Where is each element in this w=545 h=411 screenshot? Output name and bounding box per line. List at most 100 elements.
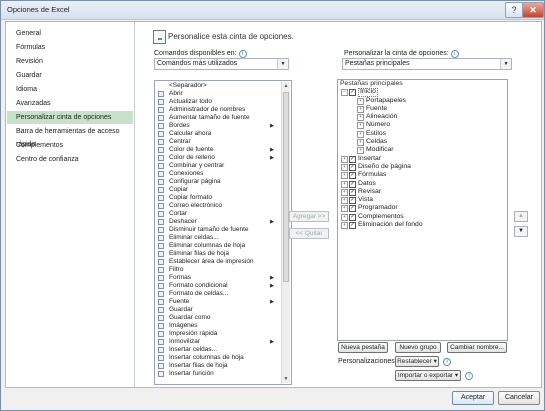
command-item[interactable]: Eliminar filas de hoja xyxy=(155,250,281,258)
chevron-down-icon[interactable]: ▼ xyxy=(277,59,288,69)
nav-item-0[interactable]: General xyxy=(7,27,133,40)
tree-node[interactable]: + ✓ Revisar xyxy=(338,188,507,196)
tree-node[interactable]: + Celdas xyxy=(338,138,507,147)
rename-button[interactable]: Cambiar nombre... xyxy=(447,342,507,353)
expand-icon[interactable]: + xyxy=(357,139,364,147)
command-item[interactable]: Insertar función xyxy=(155,370,281,378)
checkbox[interactable]: ✓ xyxy=(349,163,356,171)
expand-icon[interactable]: + xyxy=(341,197,348,205)
tree-node[interactable]: + ✓ Programador xyxy=(338,204,507,213)
help-button[interactable]: ? xyxy=(505,2,523,18)
command-item[interactable]: Administrador de nombres xyxy=(155,106,281,114)
expand-icon[interactable]: + xyxy=(341,213,348,221)
command-item[interactable]: Eliminar columnas de hoja xyxy=(155,242,281,250)
nav-item-4[interactable]: Idioma xyxy=(7,83,133,96)
command-item[interactable]: Conexiones xyxy=(155,170,281,178)
command-item[interactable]: Insertar celdas... xyxy=(155,346,281,354)
tree-node[interactable]: + ✓ Diseño de página xyxy=(338,163,507,171)
nav-item-8[interactable]: Complementos xyxy=(7,139,133,152)
expand-icon[interactable]: + xyxy=(341,188,348,196)
expand-icon[interactable]: + xyxy=(357,122,364,130)
nav-item-5[interactable]: Avanzadas xyxy=(7,97,133,110)
tree-node[interactable]: + ✓ Complementos xyxy=(338,213,507,221)
checkbox[interactable]: ✓ xyxy=(349,180,356,188)
reset-button[interactable]: Restablecer ▾ xyxy=(395,356,439,367)
command-item[interactable]: Fuente ▶ xyxy=(155,298,281,306)
new-group-button[interactable]: Nuevo grupo xyxy=(395,342,441,353)
tree-node[interactable]: + ✓ Vista xyxy=(338,196,507,205)
command-item[interactable]: Imágenes xyxy=(155,322,281,330)
tree-node[interactable]: + Modificar xyxy=(338,146,507,155)
nav-item-3[interactable]: Guardar xyxy=(7,69,133,82)
command-item[interactable]: Copiar formato xyxy=(155,194,281,202)
checkbox[interactable]: ✓ xyxy=(349,197,356,205)
nav-item-9[interactable]: Centro de confianza xyxy=(7,153,133,166)
import-export-button[interactable]: Importar o exportar ▾ xyxy=(395,370,461,381)
expand-icon[interactable]: + xyxy=(341,180,348,188)
command-item[interactable]: Eliminar celdas... xyxy=(155,234,281,242)
command-item[interactable]: Cortar xyxy=(155,210,281,218)
command-item[interactable]: Formato condicional ▶ xyxy=(155,282,281,290)
expand-icon[interactable]: + xyxy=(341,222,348,230)
command-item[interactable]: Actualizar todo xyxy=(155,98,281,106)
tree-node[interactable]: + Alineación xyxy=(338,113,507,122)
expand-icon[interactable]: + xyxy=(357,147,364,155)
scroll-up-icon[interactable]: ▲ xyxy=(282,82,290,90)
checkbox[interactable]: ✓ xyxy=(349,213,356,221)
nav-item-2[interactable]: Revisión xyxy=(7,55,133,68)
expand-icon[interactable]: + xyxy=(357,105,364,113)
commands-from-combo[interactable]: Comandos más utilizados ▼ xyxy=(154,58,289,70)
tree-node[interactable]: + ✓ Datos xyxy=(338,180,507,188)
command-item[interactable]: Deshacer ▶ xyxy=(155,218,281,226)
command-item[interactable]: Impresión rápida xyxy=(155,330,281,338)
commands-list[interactable]: <Separador> Abrir Actualizar todo Administr… xyxy=(154,80,292,385)
command-item[interactable]: <Separador> xyxy=(155,82,281,90)
checkbox[interactable]: ✓ xyxy=(349,172,356,180)
move-up-button[interactable]: ▲ xyxy=(514,211,528,222)
tree-node[interactable]: + ✓ Fórmulas xyxy=(338,171,507,180)
new-tab-button[interactable]: Nueva pestaña xyxy=(338,342,388,353)
expand-icon[interactable]: + xyxy=(341,155,348,163)
expand-icon[interactable]: + xyxy=(357,114,364,122)
command-item[interactable]: Color de fuente ▶ xyxy=(155,146,281,154)
move-down-button[interactable]: ▼ xyxy=(514,226,528,237)
command-item[interactable]: Correo electrónico xyxy=(155,202,281,210)
checkbox[interactable]: ✓ xyxy=(349,188,356,196)
scroll-down-icon[interactable]: ▼ xyxy=(282,375,290,383)
remove-button[interactable]: << Quitar xyxy=(289,228,329,239)
command-item[interactable]: Aumentar tamaño de fuente xyxy=(155,114,281,122)
tree-node[interactable]: + ✓ Insertar xyxy=(338,155,507,163)
tree-node[interactable]: + Estilos xyxy=(338,130,507,138)
expand-icon[interactable]: + xyxy=(341,205,348,213)
command-item[interactable]: Bordes ▶ xyxy=(155,122,281,130)
ok-button[interactable]: Aceptar xyxy=(452,391,494,405)
command-item[interactable]: Disminuir tamaño de fuente xyxy=(155,226,281,234)
cancel-button[interactable]: Cancelar xyxy=(498,391,540,405)
command-item[interactable]: Insertar columnas de hoja xyxy=(155,354,281,362)
expand-icon[interactable]: + xyxy=(357,97,364,105)
ribbon-tabs-combo[interactable]: Pestañas principales ▼ xyxy=(342,58,512,70)
command-item[interactable]: Configurar página xyxy=(155,178,281,186)
command-item[interactable]: Calcular ahora xyxy=(155,130,281,138)
chevron-down-icon[interactable]: ▼ xyxy=(500,59,511,69)
command-item[interactable]: Establecer área de impresión xyxy=(155,258,281,266)
command-item[interactable]: Guardar xyxy=(155,306,281,314)
expand-icon[interactable]: + xyxy=(341,172,348,180)
collapse-icon[interactable]: − xyxy=(341,89,348,97)
command-item[interactable]: Filtro xyxy=(155,266,281,274)
tree-node[interactable]: + Fuente xyxy=(338,105,507,113)
tree-node[interactable]: + ✓ Eliminación del fondo xyxy=(338,221,507,230)
tree-node[interactable]: + Portapapeles xyxy=(338,97,507,105)
nav-item-7[interactable]: Barra de herramientas de acceso rápido xyxy=(7,125,133,148)
command-item[interactable]: Guardar como xyxy=(155,314,281,322)
command-item[interactable]: Copiar xyxy=(155,186,281,194)
command-item[interactable]: Abrir xyxy=(155,90,281,98)
add-button[interactable]: Agregar >> xyxy=(289,211,329,222)
checkbox[interactable]: ✓ xyxy=(349,222,356,230)
close-button[interactable]: ✕ xyxy=(522,2,544,18)
scroll-thumb[interactable] xyxy=(283,92,289,282)
command-item[interactable]: Insertar filas de hoja xyxy=(155,362,281,370)
command-item[interactable]: Color de relleno ▶ xyxy=(155,154,281,162)
checkbox[interactable]: ✓ xyxy=(349,205,356,213)
ribbon-tree[interactable]: Pestañas principales − ✓ Inicio + Portapapel… xyxy=(337,79,508,341)
